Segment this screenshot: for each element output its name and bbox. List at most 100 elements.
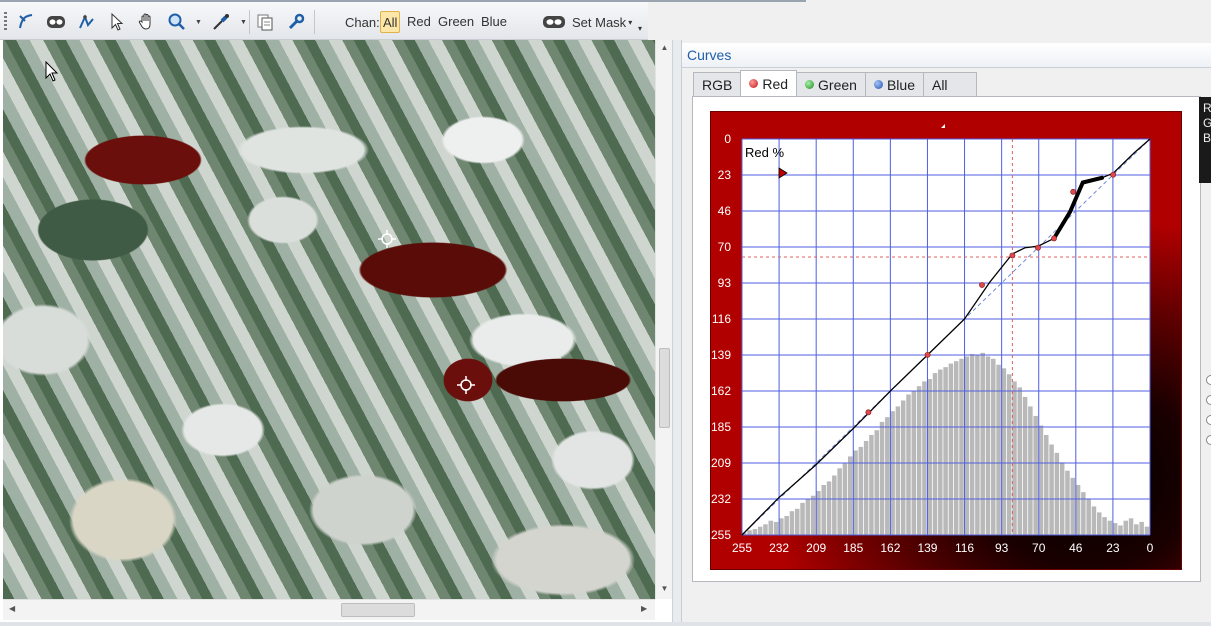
histogram-bar [980,352,985,535]
window-bottom-border [0,622,1211,626]
histogram-bar [991,358,996,535]
curves-tab-content: 255 232 209 185 162 139 116 93 70 46 23 0 0 23 46 70 93 1… [692,96,1201,582]
curve-control-point[interactable] [1009,252,1016,259]
radio-option[interactable] [1206,375,1211,385]
curve-tool-icon[interactable] [15,11,37,33]
set-mask-label: Set Mask [572,14,627,30]
curve-control-point[interactable] [1035,244,1041,251]
horizontal-scroll-thumb[interactable] [341,603,415,617]
vertical-scrollbar[interactable]: ▲ ▼ [655,40,672,599]
histogram-bar [996,364,1001,535]
histogram-bar [1086,499,1091,535]
histogram-bar [763,524,768,535]
radio-option[interactable] [1206,435,1211,445]
histogram-bar [890,411,895,535]
chevron-down-icon: ▾ [628,17,633,27]
tab-all[interactable]: All [922,72,977,96]
histogram-bar [1112,523,1118,535]
histogram-bar [927,379,932,535]
zoom-dropdown-arrow[interactable]: ▼ [195,19,202,26]
curve-control-point[interactable] [1070,188,1077,195]
resize-marker-icon[interactable] [941,124,945,128]
histogram-bar [900,400,906,535]
tab-green[interactable]: Green [796,72,866,96]
blue-dot-icon [873,80,883,89]
histogram-bar [1118,525,1123,535]
histogram-bar [1070,477,1076,535]
histogram-bar [779,518,784,535]
curve-control-point[interactable] [1110,171,1117,178]
scroll-right-arrow[interactable]: ▶ [641,604,647,613]
zoom-icon[interactable] [166,11,188,33]
toolbar-separator [314,10,315,34]
scroll-up-arrow[interactable]: ▲ [660,43,669,52]
x-tick-label: 139 [917,541,937,555]
eyedropper-icon[interactable] [210,11,232,33]
horizontal-scrollbar[interactable]: ◀ ▶ [3,599,655,620]
vertical-scroll-thumb[interactable] [659,348,670,428]
histogram-bar [874,430,879,535]
sample-point-icon[interactable] [457,376,475,394]
wrench-icon[interactable] [285,11,307,33]
histogram-bar [959,358,964,535]
curve-control-point[interactable] [979,282,985,288]
histogram-bar [943,367,948,535]
set-mask-button[interactable]: Set Mask ▾ [542,11,632,33]
pen-tool-icon[interactable] [76,11,98,33]
tab-red[interactable]: Red [740,70,798,96]
toolbar-separator [249,10,250,34]
radio-option[interactable] [1206,415,1211,425]
histogram-bar [1123,520,1129,535]
hand-icon[interactable] [136,11,158,33]
eyedropper-dropdown-arrow[interactable]: ▼ [240,19,247,26]
histogram-bar [784,515,789,535]
channel-all-button[interactable]: All [380,11,401,33]
channel-green-button[interactable]: Green [435,11,477,33]
scroll-left-arrow[interactable]: ◀ [9,604,15,613]
tab-rgb[interactable]: RGB [693,72,742,96]
y-tick-label: 255 [711,528,731,542]
curves-panel: Curves RGB Red Green Blue All 255 232 209 1… [681,40,1211,622]
curve-chart[interactable]: 255 232 209 185 162 139 116 93 70 46 23 0 0 23 46 70 93 1… [711,112,1181,569]
histogram-bar [752,529,758,535]
y-tick-label: 162 [711,384,731,398]
histogram-bar [768,520,773,535]
pointer-icon[interactable] [106,11,128,33]
histogram-bar [1144,526,1150,535]
radio-option[interactable] [1206,395,1211,405]
histogram-bar [1012,381,1017,535]
mouse-cursor-icon [45,61,59,82]
scroll-down-arrow[interactable]: ▼ [660,584,669,593]
histogram-bar [837,468,842,535]
mask-view-icon[interactable] [45,11,67,33]
toolbar: ▼ ▼ Chan: All Red Green Blue Set Mask ▾ … [0,2,648,40]
histogram-bar [964,356,970,535]
channel-red-button[interactable]: Red [404,11,434,33]
histogram-bar [906,394,911,535]
curve-control-point[interactable] [865,409,872,416]
histogram-bar [922,381,927,535]
x-tick-label: 232 [769,541,789,555]
histogram-bar [847,456,853,535]
histogram-bar [916,386,922,535]
y-tick-label: 185 [711,420,731,434]
image-canvas[interactable] [3,40,655,599]
tab-label: All [931,76,948,93]
panel-splitter[interactable] [672,40,681,622]
curve-control-point[interactable] [924,351,931,358]
sample-point-icon[interactable] [378,230,396,248]
histogram-bar [932,373,938,535]
histogram-bar [885,417,890,535]
curves-graph[interactable]: 255 232 209 185 162 139 116 93 70 46 23 0 0 23 46 70 93 1… [710,111,1182,570]
curve-control-point[interactable] [1051,235,1057,242]
histogram-bar [1044,434,1049,535]
tab-blue[interactable]: Blue [864,72,924,96]
copy-icon[interactable] [254,11,276,33]
toolbar-grip[interactable] [4,12,7,32]
histogram-bar [800,502,805,535]
toolbar-overflow-icon[interactable]: ▾ [638,24,646,36]
channel-readout: R G B [1199,97,1211,183]
histogram-bar [1107,520,1113,535]
channel-blue-button[interactable]: Blue [478,11,510,33]
y-tick-label: 116 [712,312,731,326]
